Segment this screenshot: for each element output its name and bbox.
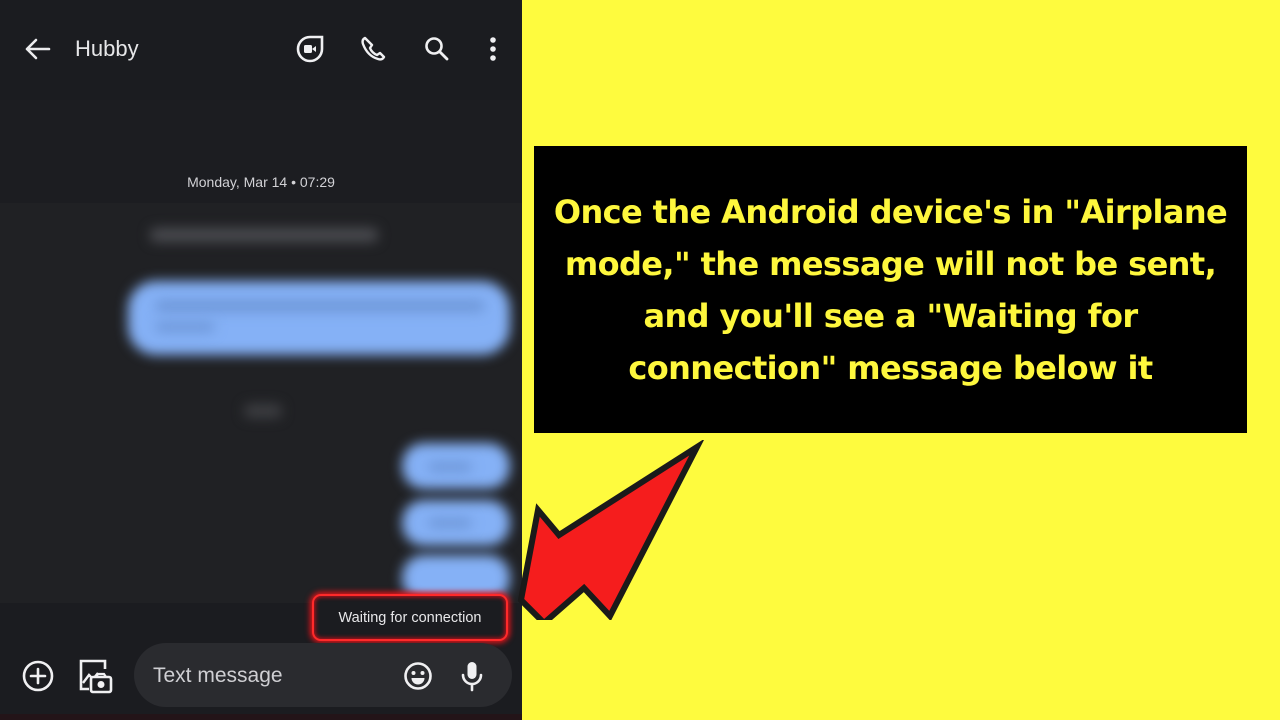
- video-call-button[interactable]: [292, 32, 328, 66]
- message-bubble[interactable]: [128, 281, 510, 355]
- blurred-message-text: [155, 300, 485, 312]
- video-call-icon: [296, 35, 324, 63]
- message-input[interactable]: [153, 662, 383, 690]
- phone-icon: [361, 36, 386, 61]
- search-icon: [425, 37, 449, 61]
- blurred-message-text: [428, 462, 472, 472]
- blurred-message-text: [155, 322, 215, 332]
- callout-text: Once the Android device's in "Airplane m…: [553, 192, 1228, 387]
- instruction-callout: Once the Android device's in "Airplane m…: [534, 146, 1247, 433]
- gallery-icon: [79, 659, 113, 694]
- back-arrow-icon: [25, 38, 51, 60]
- emoji-icon: [404, 662, 432, 690]
- pointer-arrow-icon: [517, 440, 704, 620]
- waiting-status-highlight: Waiting for connection: [312, 594, 508, 641]
- blurred-message-text: [428, 518, 472, 528]
- blurred-status-text: [150, 228, 378, 242]
- message-status: Waiting for connection: [338, 609, 482, 626]
- call-button[interactable]: [356, 32, 390, 66]
- more-vert-icon: [490, 37, 496, 61]
- add-circle-icon: [22, 660, 54, 692]
- voice-input-button[interactable]: [456, 658, 488, 694]
- add-attachment-button[interactable]: [20, 658, 56, 694]
- date-separator: Monday, Mar 14 • 07:29: [187, 174, 335, 190]
- gallery-button[interactable]: [76, 656, 114, 696]
- back-button[interactable]: [20, 33, 54, 65]
- blurred-timestamp: [244, 404, 282, 418]
- phone-screenshot: Hubby Monday, Mar 14 • 07:29 Waiting for…: [0, 0, 522, 720]
- conversation-title: Hubby: [75, 36, 139, 61]
- emoji-button[interactable]: [400, 658, 436, 694]
- more-options-button[interactable]: [480, 32, 506, 66]
- mic-icon: [461, 662, 483, 692]
- search-button[interactable]: [420, 32, 454, 66]
- nav-bar-edge: [0, 714, 522, 720]
